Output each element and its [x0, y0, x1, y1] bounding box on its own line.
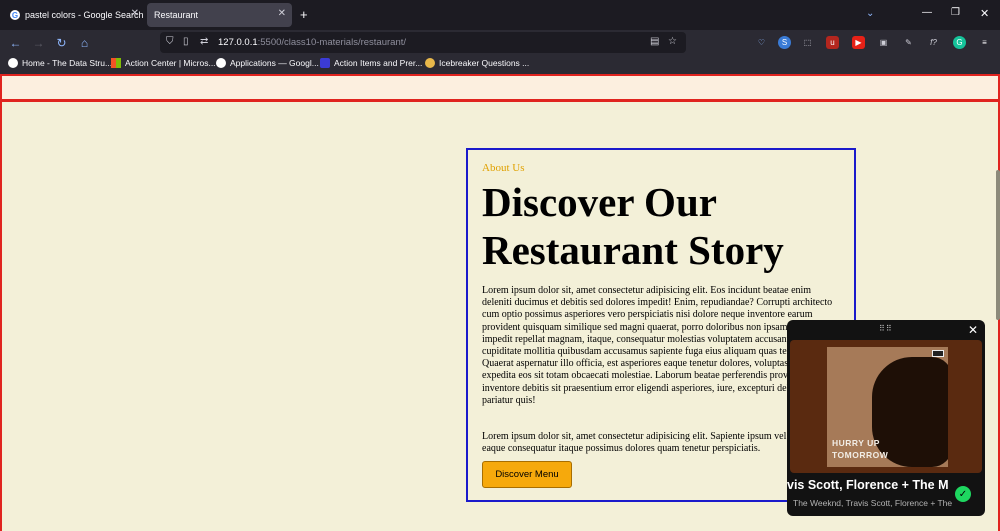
about-label: About Us	[482, 162, 525, 174]
bookmark-label: Icebreaker Questions ...	[439, 58, 530, 68]
new-tab-button[interactable]: +	[300, 7, 308, 22]
site-header	[0, 74, 1000, 101]
microsoft-icon	[111, 58, 121, 68]
minimize-button[interactable]: —	[922, 7, 932, 18]
parental-advisory-icon	[932, 350, 944, 357]
bookmark-applications[interactable]: Applications — Googl...	[216, 58, 319, 68]
restore-button[interactable]: ❐	[951, 7, 960, 18]
chevron-down-icon[interactable]: ⌄	[866, 8, 874, 19]
bookmark-home-data-structures[interactable]: Home - The Data Stru...	[8, 58, 112, 68]
tab-restaurant[interactable]: Restaurant ✕	[147, 3, 292, 27]
forward-arrow-icon[interactable]: →	[30, 34, 47, 51]
page-scrollbar[interactable]	[996, 170, 1000, 320]
media-pip-player[interactable]: ⠿⠿ ✕ HURRY UP TOMORROW vis Scott, Floren…	[787, 320, 985, 516]
album-title-line-2: TOMORROW	[832, 450, 889, 460]
bookmark-icebreaker[interactable]: Icebreaker Questions ...	[425, 58, 529, 68]
extensions-puzzle-icon[interactable]: ⬚	[801, 36, 814, 49]
home-icon[interactable]: ⌂	[76, 34, 93, 51]
permissions-icon[interactable]: ⇄	[200, 36, 208, 47]
album-art-background: HURRY UP TOMORROW	[790, 340, 982, 473]
bookmark-p-icon	[320, 58, 330, 68]
pocket-icon[interactable]: ♡	[755, 36, 768, 49]
extension-s-icon[interactable]: S	[778, 36, 791, 49]
grammarly-icon[interactable]: G	[953, 36, 966, 49]
bookmark-star-icon[interactable]: ☆	[668, 36, 677, 47]
bookmark-label: Home - The Data Stru...	[22, 58, 113, 68]
google-icon: G	[10, 10, 20, 20]
url-host: 127.0.0.1	[218, 37, 258, 48]
bookmark-action-center[interactable]: Action Center | Micros...	[111, 58, 216, 68]
about-heading: Discover Our Restaurant Story	[482, 179, 784, 273]
container-icon[interactable]: ▣	[877, 36, 890, 49]
nav-bar: ← → ↻ ⌂ ⛉ ▯ ⇄ 127.0.0.1:5500/class10-mat…	[0, 30, 1000, 55]
url-path: :5500/class10-materials/restaurant/	[257, 37, 407, 48]
google-icon	[216, 58, 226, 68]
google-icon	[8, 58, 18, 68]
discover-menu-button[interactable]: Discover Menu	[482, 461, 572, 488]
album-title-line-1: HURRY UP	[832, 438, 880, 448]
formula-icon[interactable]: f?	[927, 36, 940, 49]
track-artists: The Weeknd, Travis Scott, Florence + The	[793, 498, 953, 508]
pen-icon[interactable]: ✎	[902, 36, 915, 49]
close-icon[interactable]: ✕	[278, 8, 286, 19]
menu-icon[interactable]: ≡	[978, 36, 991, 49]
url-text[interactable]: 127.0.0.1:5500/class10-materials/restaur…	[218, 37, 406, 48]
bookmark-action-items[interactable]: Action Items and Prer...	[320, 58, 422, 68]
tab-label: pastel colors - Google Search	[25, 10, 144, 20]
url-bar[interactable]: ⛉ ▯ ⇄ 127.0.0.1:5500/class10-materials/r…	[160, 32, 686, 53]
bookmark-ice-icon	[425, 58, 435, 68]
bookmarks-bar: Home - The Data Stru... Action Center | …	[0, 55, 1000, 74]
drag-handle-icon[interactable]: ⠿⠿	[879, 324, 893, 333]
bookmark-label: Action Center | Micros...	[125, 58, 216, 68]
shield-icon[interactable]: ⛉	[166, 36, 174, 47]
close-icon[interactable]: ✕	[968, 323, 978, 337]
tab-bar: G pastel colors - Google Search ✕ Restau…	[0, 0, 1000, 30]
ublock-icon[interactable]: u	[826, 36, 839, 49]
reader-view-icon[interactable]: ▤	[650, 36, 659, 47]
album-cover: HURRY UP TOMORROW	[827, 347, 948, 467]
tab-label: Restaurant	[154, 10, 199, 20]
back-arrow-icon[interactable]: ←	[7, 34, 24, 51]
tab-pastel-colors[interactable]: G pastel colors - Google Search ✕	[3, 3, 145, 27]
close-window-button[interactable]: ✕	[980, 7, 989, 20]
reload-icon[interactable]: ↻	[53, 34, 70, 51]
bookmark-label: Applications — Googl...	[230, 58, 319, 68]
page-icon[interactable]: ▯	[183, 36, 189, 47]
youtube-icon[interactable]: ▶	[852, 36, 865, 49]
close-icon[interactable]: ✕	[131, 8, 139, 19]
bookmark-label: Action Items and Prer...	[334, 58, 423, 68]
